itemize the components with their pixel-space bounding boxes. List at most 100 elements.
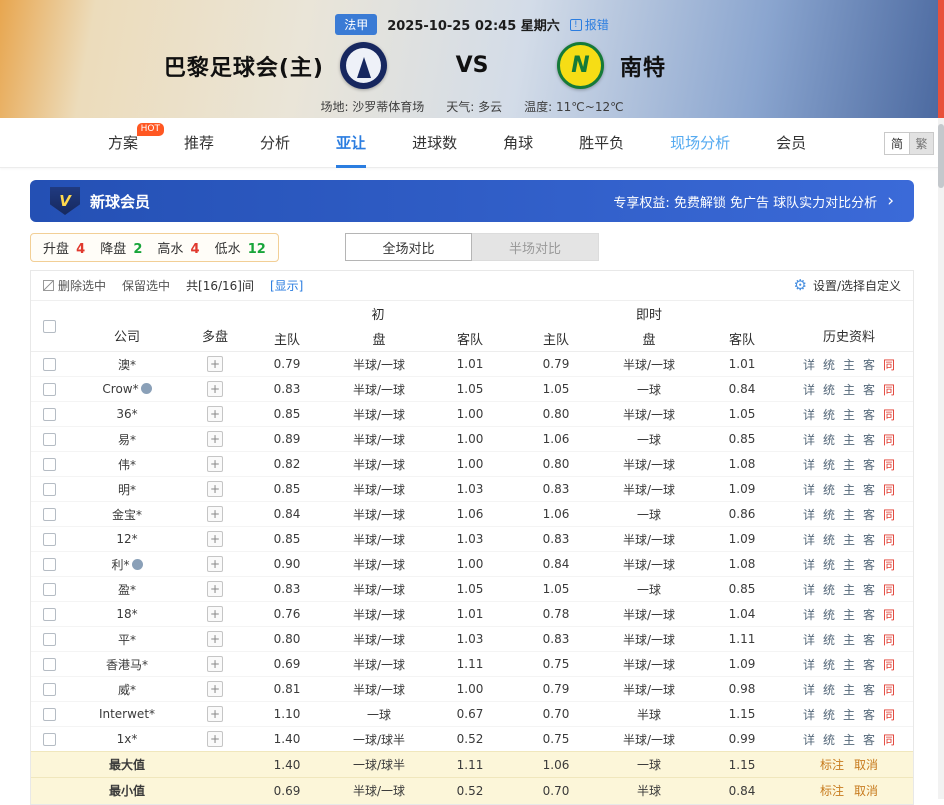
row-checkbox[interactable]	[43, 433, 56, 446]
summary-link-取消[interactable]: 取消	[854, 784, 878, 798]
history-link-主[interactable]: 主	[843, 358, 855, 372]
history-link-统[interactable]: 统	[823, 383, 835, 397]
row-checkbox[interactable]	[43, 408, 56, 421]
history-link-统[interactable]: 统	[823, 483, 835, 497]
settings-button[interactable]: ⚙ 设置/选择自定义	[794, 277, 902, 294]
row-checkbox[interactable]	[43, 583, 56, 596]
row-checkbox[interactable]	[43, 608, 56, 621]
history-link-详[interactable]: 详	[803, 708, 815, 722]
show-link[interactable]: [显示]	[270, 277, 303, 294]
company-name[interactable]: 18*	[67, 602, 187, 627]
history-link-主[interactable]: 主	[843, 458, 855, 472]
row-checkbox[interactable]	[43, 683, 56, 696]
history-link-详[interactable]: 详	[803, 583, 815, 597]
row-checkbox[interactable]	[43, 383, 56, 396]
history-link-主[interactable]: 主	[843, 733, 855, 747]
history-link-客[interactable]: 客	[863, 683, 875, 697]
filter-低水[interactable]: 低水 12	[215, 238, 266, 257]
multi-odds-button[interactable]: +	[207, 531, 223, 547]
history-link-详[interactable]: 详	[803, 633, 815, 647]
keep-selected-button[interactable]: 保留选中	[122, 277, 170, 294]
history-link-主[interactable]: 主	[843, 533, 855, 547]
history-link-同[interactable]: 同	[883, 433, 895, 447]
multi-odds-button[interactable]: +	[207, 706, 223, 722]
tab-进球数[interactable]: 进球数	[412, 118, 457, 168]
history-link-客[interactable]: 客	[863, 633, 875, 647]
multi-odds-button[interactable]: +	[207, 506, 223, 522]
history-link-详[interactable]: 详	[803, 433, 815, 447]
history-link-客[interactable]: 客	[863, 433, 875, 447]
history-link-主[interactable]: 主	[843, 633, 855, 647]
history-link-客[interactable]: 客	[863, 658, 875, 672]
history-link-统[interactable]: 统	[823, 583, 835, 597]
history-link-统[interactable]: 统	[823, 558, 835, 572]
history-link-客[interactable]: 客	[863, 508, 875, 522]
history-link-客[interactable]: 客	[863, 583, 875, 597]
history-link-同[interactable]: 同	[883, 658, 895, 672]
row-checkbox[interactable]	[43, 358, 56, 371]
company-name[interactable]: 澳*	[67, 352, 187, 377]
multi-odds-button[interactable]: +	[207, 406, 223, 422]
tab-角球[interactable]: 角球	[503, 118, 533, 168]
tab-现场分析[interactable]: 现场分析	[670, 118, 730, 168]
filter-降盘[interactable]: 降盘 2	[100, 238, 142, 257]
history-link-统[interactable]: 统	[823, 458, 835, 472]
history-link-同[interactable]: 同	[883, 408, 895, 422]
league-badge[interactable]: 法甲	[335, 14, 377, 35]
company-name[interactable]: 盈*	[67, 577, 187, 602]
history-link-详[interactable]: 详	[803, 733, 815, 747]
history-link-同[interactable]: 同	[883, 733, 895, 747]
history-link-同[interactable]: 同	[883, 358, 895, 372]
summary-link-标注[interactable]: 标注	[820, 784, 844, 798]
company-name[interactable]: Interwet*	[67, 702, 187, 727]
lang-simplified-button[interactable]: 简	[884, 132, 909, 155]
multi-odds-button[interactable]: +	[207, 581, 223, 597]
tab-分析[interactable]: 分析	[260, 118, 290, 168]
history-link-主[interactable]: 主	[843, 583, 855, 597]
history-link-客[interactable]: 客	[863, 708, 875, 722]
multi-odds-button[interactable]: +	[207, 356, 223, 372]
history-link-同[interactable]: 同	[883, 633, 895, 647]
history-link-统[interactable]: 统	[823, 608, 835, 622]
multi-odds-button[interactable]: +	[207, 656, 223, 672]
company-name[interactable]: 明*	[67, 477, 187, 502]
row-checkbox[interactable]	[43, 658, 56, 671]
row-checkbox[interactable]	[43, 733, 56, 746]
history-link-详[interactable]: 详	[803, 683, 815, 697]
row-checkbox[interactable]	[43, 458, 56, 471]
history-link-同[interactable]: 同	[883, 483, 895, 497]
history-link-主[interactable]: 主	[843, 608, 855, 622]
tab-推荐[interactable]: 推荐	[184, 118, 214, 168]
tab-方案[interactable]: 方案HOT	[108, 118, 138, 168]
company-name[interactable]: 36*	[67, 402, 187, 427]
filter-高水[interactable]: 高水 4	[157, 238, 199, 257]
company-name[interactable]: 金宝*	[67, 502, 187, 527]
history-link-同[interactable]: 同	[883, 508, 895, 522]
history-link-主[interactable]: 主	[843, 383, 855, 397]
row-checkbox[interactable]	[43, 558, 56, 571]
multi-odds-button[interactable]: +	[207, 681, 223, 697]
history-link-客[interactable]: 客	[863, 608, 875, 622]
history-link-主[interactable]: 主	[843, 483, 855, 497]
history-link-主[interactable]: 主	[843, 683, 855, 697]
scrollbar-track[interactable]	[938, 118, 944, 799]
history-link-统[interactable]: 统	[823, 533, 835, 547]
tab-胜平负[interactable]: 胜平负	[579, 118, 624, 168]
history-link-客[interactable]: 客	[863, 558, 875, 572]
history-link-客[interactable]: 客	[863, 533, 875, 547]
lang-traditional-button[interactable]: 繁	[909, 132, 934, 155]
history-link-统[interactable]: 统	[823, 683, 835, 697]
company-name[interactable]: 香港马*	[67, 652, 187, 677]
multi-odds-button[interactable]: +	[207, 606, 223, 622]
multi-odds-button[interactable]: +	[207, 631, 223, 647]
history-link-统[interactable]: 统	[823, 708, 835, 722]
history-link-统[interactable]: 统	[823, 508, 835, 522]
row-checkbox[interactable]	[43, 633, 56, 646]
history-link-详[interactable]: 详	[803, 558, 815, 572]
history-link-客[interactable]: 客	[863, 483, 875, 497]
history-link-详[interactable]: 详	[803, 483, 815, 497]
multi-odds-button[interactable]: +	[207, 381, 223, 397]
full-match-toggle[interactable]: 全场对比	[345, 233, 472, 261]
history-link-统[interactable]: 统	[823, 733, 835, 747]
history-link-同[interactable]: 同	[883, 533, 895, 547]
